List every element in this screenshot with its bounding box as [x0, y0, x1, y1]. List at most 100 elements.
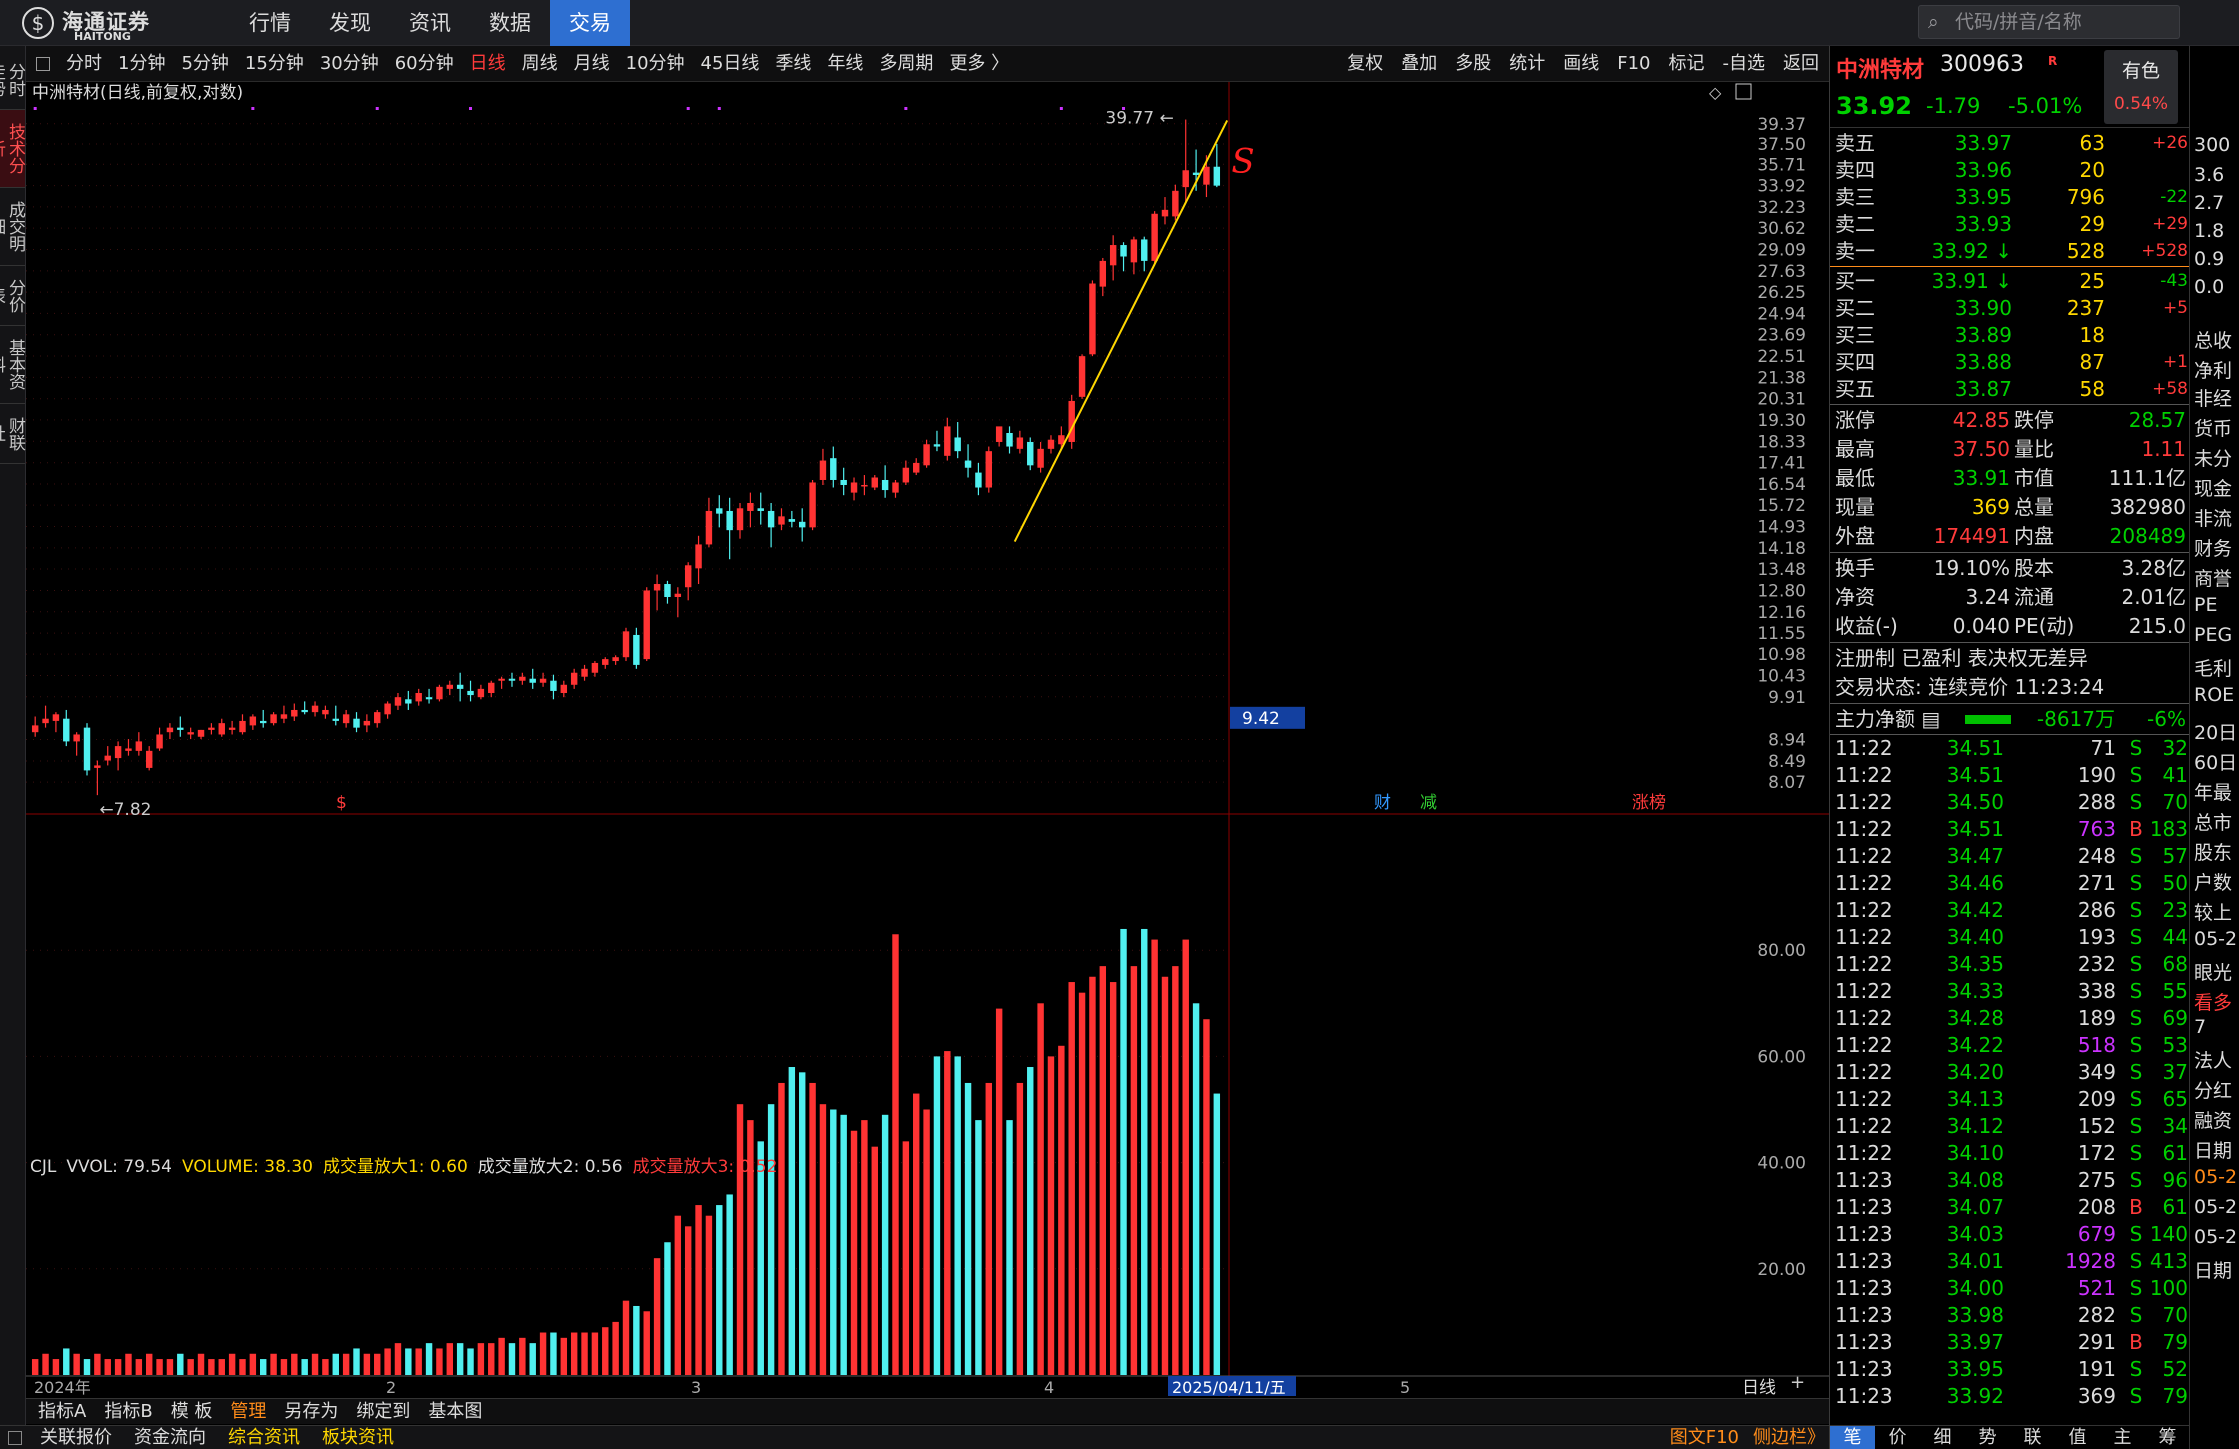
tool-button[interactable]: 返回 — [1783, 46, 1819, 82]
tick-count: 69 — [2162, 1006, 2188, 1030]
status-link[interactable]: 综合资讯 — [228, 1426, 300, 1449]
period-tab[interactable]: 1分钟 — [118, 46, 165, 82]
nav-item[interactable]: 发现 — [310, 0, 390, 46]
fundamental-label: ROE — [2194, 684, 2235, 706]
volume-bar — [778, 1082, 785, 1375]
chart-area[interactable]: 39.37 37.50 35.71 33.92 32.23 30.62 29.09 27.63… — [26, 82, 1829, 1397]
indicator-tab[interactable]: 绑定到 — [356, 1399, 410, 1424]
event-marker[interactable]: 财 — [1374, 793, 1391, 813]
volume-bar — [695, 1205, 702, 1375]
volume-bar — [508, 1343, 516, 1375]
event-marker[interactable]: $ — [336, 793, 347, 813]
signal-dot — [375, 107, 379, 110]
panel-toggle-icon[interactable] — [8, 1431, 22, 1445]
nav-item[interactable]: 交易 — [550, 0, 630, 46]
sector-box[interactable]: 有色 0.54% — [2104, 50, 2178, 124]
nav-item[interactable]: 资讯 — [390, 0, 470, 46]
tool-button[interactable]: 叠加 — [1401, 46, 1437, 82]
bids-row[interactable]: 买五 33.87 58 +58 — [1830, 376, 2190, 403]
tool-button[interactable]: 多股 — [1455, 46, 1491, 82]
side-tab[interactable]: 技术分析 — [0, 110, 25, 188]
quote-tab[interactable]: 势 — [1965, 1426, 2010, 1449]
tick-volume: 275 — [2077, 1168, 2116, 1192]
side-tab[interactable]: 成交明细 — [0, 188, 25, 266]
period-tab[interactable]: 日线 — [470, 46, 506, 82]
period-tab[interactable]: 5分钟 — [181, 46, 228, 82]
bids-row[interactable]: 买一 33.91 ↓ 25 -43 — [1830, 268, 2190, 295]
status-right-link[interactable]: 侧边栏》 — [1753, 1426, 1825, 1449]
indicator-tab[interactable]: 指标B — [104, 1399, 152, 1424]
quote-tab[interactable]: 细 — [1920, 1426, 1965, 1449]
asks-row[interactable]: 卖三 33.95 796 -22 — [1830, 184, 2190, 211]
period-tab[interactable]: 多周期 — [879, 46, 933, 82]
toggle-panel-icon[interactable] — [36, 57, 50, 71]
status-link[interactable]: 资金流向 — [134, 1426, 206, 1449]
period-tab[interactable]: 60分钟 — [395, 46, 454, 82]
indicator-tab[interactable]: 管理 — [230, 1399, 266, 1424]
nav-item[interactable]: 行情 — [230, 0, 310, 46]
period-tab[interactable]: 月线 — [574, 46, 610, 82]
indicator-tab[interactable]: 另存为 — [284, 1399, 338, 1424]
period-tab[interactable]: 10分钟 — [626, 46, 685, 82]
main-flow-row[interactable]: 主力净额 ▤ -8617万 -6% — [1830, 705, 2190, 734]
tool-button[interactable]: 统计 — [1509, 46, 1545, 82]
period-tab[interactable]: 分时 — [66, 46, 102, 82]
status-right-link[interactable]: 图文F10 — [1670, 1426, 1739, 1449]
tick-row: 11:23 34.01 1928 S 413 — [1830, 1248, 2190, 1275]
event-marker[interactable]: 涨榜 — [1632, 793, 1666, 813]
candle-body — [726, 510, 733, 531]
status-link[interactable]: 关联报价 — [40, 1426, 112, 1449]
stock-name[interactable]: 中洲特材 — [1836, 52, 1924, 84]
volume-bar — [767, 1104, 775, 1375]
candle-body — [405, 699, 412, 704]
stat-row: 换手 19.10% 股本 3.28亿 — [1830, 554, 2190, 583]
kline-chart[interactable]: 39.3737.5035.7133.9232.2330.6229.0927.63… — [26, 82, 1829, 1397]
volume-bar — [228, 1353, 236, 1375]
price-tick-label: 13.48 — [1757, 560, 1806, 580]
price-tick-label: 9.91 — [1768, 688, 1806, 708]
diamond-icon[interactable]: ◇ — [1709, 83, 1722, 102]
side-tab[interactable]: 基本资料 — [0, 326, 25, 404]
asks-row[interactable]: 卖二 33.93 29 +29 — [1830, 211, 2190, 238]
period-tab[interactable]: 年线 — [827, 46, 863, 82]
price-tick-label: 8.07 — [1768, 773, 1806, 793]
period-tab[interactable]: 季线 — [775, 46, 811, 82]
quote-tab[interactable]: 联 — [2010, 1426, 2055, 1449]
nav-item[interactable]: 数据 — [470, 0, 550, 46]
side-tab[interactable]: 分时走势 — [0, 50, 25, 110]
indicator-tab[interactable]: 模 板 — [171, 1399, 213, 1424]
quote-tab[interactable]: 筹 — [2145, 1426, 2190, 1449]
quote-tab[interactable]: 价 — [1875, 1426, 1920, 1449]
period-tab[interactable]: 周线 — [522, 46, 558, 82]
side-tab[interactable]: 财联社 — [0, 404, 25, 464]
asks-row[interactable]: 卖五 33.97 63 +26 — [1830, 130, 2190, 157]
plus-icon[interactable]: + — [1790, 1372, 1805, 1393]
quote-tab[interactable]: 主 — [2100, 1426, 2145, 1449]
bids-row[interactable]: 买二 33.90 237 +5 — [1830, 295, 2190, 322]
status-link[interactable]: 板块资讯 — [322, 1426, 394, 1449]
quote-tab[interactable]: 笔 — [1830, 1426, 1875, 1449]
tool-button[interactable]: 标记 — [1669, 46, 1705, 82]
period-tab[interactable]: 45日线 — [701, 46, 760, 82]
tick-volume: 208 — [2077, 1195, 2116, 1219]
tool-button[interactable]: -自选 — [1723, 46, 1766, 82]
volume-bar — [944, 1051, 951, 1375]
indicator-tab[interactable]: 指标A — [38, 1399, 86, 1424]
quote-tab[interactable]: 值 — [2055, 1426, 2100, 1449]
period-tab[interactable]: 30分钟 — [320, 46, 379, 82]
tick-side: S — [2129, 1141, 2143, 1165]
period-tab[interactable]: 15分钟 — [245, 46, 304, 82]
asks-row[interactable]: 卖一 33.92 ↓ 528 +528 — [1830, 238, 2190, 265]
indicator-tab[interactable]: 基本图 — [428, 1399, 482, 1424]
side-tab[interactable]: 分价表 — [0, 266, 25, 326]
event-marker[interactable]: 减 — [1420, 793, 1437, 813]
fundamental-label: 较上 — [2194, 902, 2233, 924]
bids-row[interactable]: 买四 33.88 87 +1 — [1830, 349, 2190, 376]
tool-button[interactable]: 画线 — [1563, 46, 1599, 82]
search-input[interactable]: ⌕ 代码/拼音/名称 — [1918, 5, 2180, 39]
asks-row[interactable]: 卖四 33.96 20 — [1830, 157, 2190, 184]
tool-button[interactable]: 复权 — [1347, 46, 1383, 82]
tool-button[interactable]: F10 — [1617, 46, 1650, 82]
period-tab[interactable]: 更多 〉 — [949, 46, 1009, 82]
bids-row[interactable]: 买三 33.89 18 — [1830, 322, 2190, 349]
